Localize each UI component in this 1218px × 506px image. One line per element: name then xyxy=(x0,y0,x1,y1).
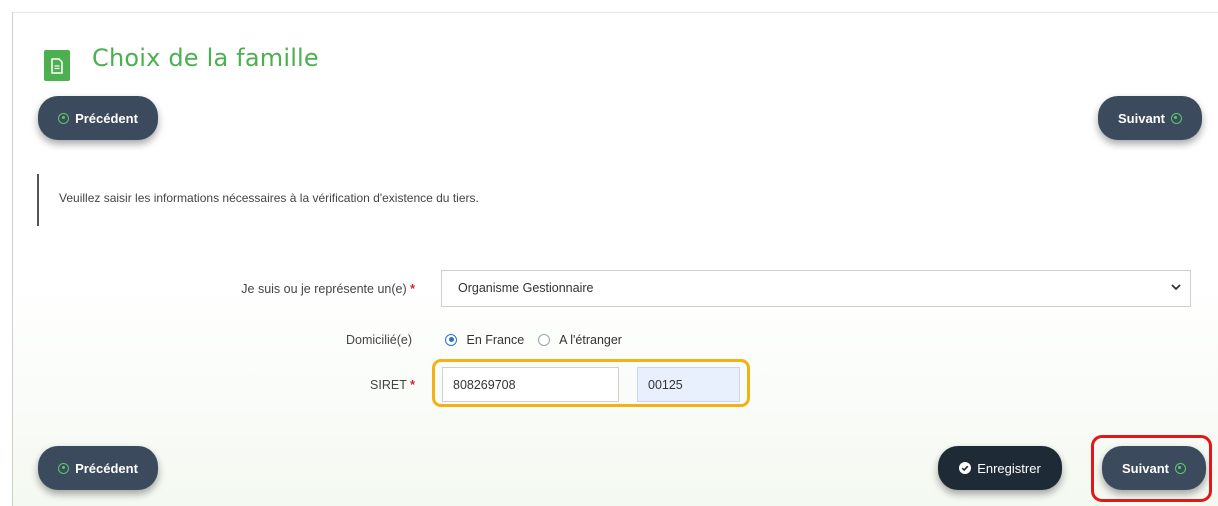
siret-nic-input[interactable]: 00125 xyxy=(637,367,740,402)
chevron-down-icon xyxy=(1171,284,1181,291)
siret-nic-value: 00125 xyxy=(648,378,683,392)
required-asterisk: * xyxy=(410,282,415,296)
circle-arrow-left-icon xyxy=(58,112,70,124)
check-circle-icon xyxy=(959,462,972,474)
type-select-value: Organisme Gestionnaire xyxy=(458,281,594,295)
next-button-highlight xyxy=(1091,435,1212,502)
previous-button-top[interactable]: Précédent xyxy=(38,96,158,140)
next-button-top[interactable]: Suivant xyxy=(1098,96,1202,140)
page-title: Choix de la famille xyxy=(92,44,319,72)
document-icon xyxy=(44,50,70,81)
circle-arrow-right-icon xyxy=(1170,112,1182,124)
radio-en-france-label[interactable]: En France xyxy=(466,333,524,347)
save-button[interactable]: Enregistrer xyxy=(938,446,1062,490)
domicile-label-text: Domicilié(e) xyxy=(346,333,412,347)
radio-etranger-label[interactable]: A l'étranger xyxy=(559,333,622,347)
info-message: Veuillez saisir les informations nécessa… xyxy=(37,174,1205,226)
previous-button-bottom[interactable]: Précédent xyxy=(38,446,158,490)
radio-en-france[interactable] xyxy=(445,333,457,346)
previous-button-label: Précédent xyxy=(75,110,138,126)
next-button-label: Suivant xyxy=(1118,110,1165,126)
type-select[interactable]: Organisme Gestionnaire xyxy=(441,270,1191,307)
save-button-label: Enregistrer xyxy=(977,460,1041,476)
radio-etranger[interactable] xyxy=(537,333,550,346)
siret-number-value: 808269708 xyxy=(453,378,516,392)
domicile-label: Domicilié(e) xyxy=(200,333,412,347)
circle-arrow-left-icon xyxy=(58,462,70,474)
page-panel xyxy=(12,12,1218,506)
siret-label-text: SIRET xyxy=(370,378,407,392)
type-label: Je suis ou je représente un(e) * xyxy=(120,282,415,296)
previous-button-label: Précédent xyxy=(75,460,138,476)
siret-number-input[interactable]: 808269708 xyxy=(442,367,619,402)
required-asterisk: * xyxy=(410,378,415,392)
info-text: Veuillez saisir les informations nécessa… xyxy=(59,191,479,205)
siret-label: SIRET * xyxy=(300,378,415,392)
type-label-text: Je suis ou je représente un(e) xyxy=(241,282,407,296)
domicile-radio-group: En France A l'étranger xyxy=(445,332,622,347)
